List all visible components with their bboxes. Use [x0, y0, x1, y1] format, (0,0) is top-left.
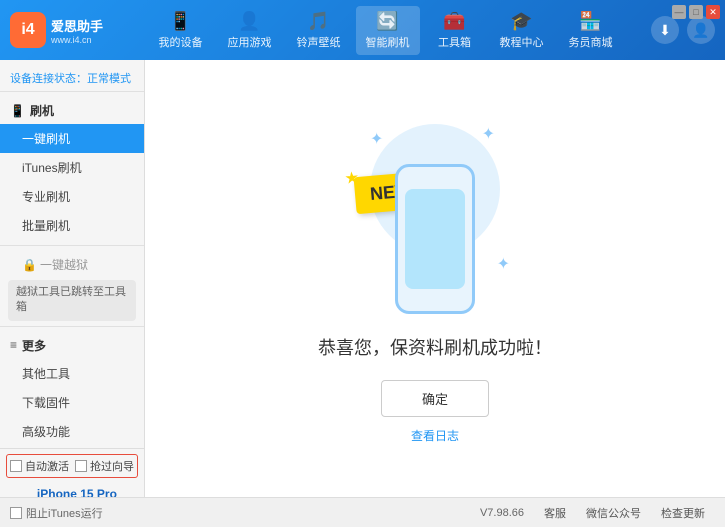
nav-bar: 📱 我的设备 👤 应用游戏 🎵 铃声壁纸 🔄 智能刷机 🧰 工具箱 🎓	[120, 6, 651, 55]
more-section-icon: ≡	[10, 338, 17, 352]
auto-activate-cb-box[interactable]	[10, 460, 22, 472]
my-device-label: 我的设备	[159, 34, 203, 50]
status-value: 正常模式	[87, 73, 131, 85]
toolbox-icon: 🧰	[443, 11, 465, 32]
nav-ringtones[interactable]: 🎵 铃声壁纸	[287, 6, 351, 55]
ringtones-icon: 🎵	[307, 11, 329, 32]
more-section-label: 更多	[22, 337, 46, 354]
my-device-icon: 📱	[169, 11, 191, 32]
sidebar-item-download-firmware[interactable]: 下载固件	[0, 388, 144, 417]
brand-name: 爱思助手	[51, 16, 103, 35]
nav-smart-flash[interactable]: 🔄 智能刷机	[356, 6, 420, 55]
flash-section-label: 刷机	[30, 102, 54, 119]
sidebar-device-section: 自动激活 抢过向导 📱 iPhone 15 Pro Max 512GB iPho…	[0, 448, 144, 497]
view-log-link[interactable]: 查看日志	[411, 427, 459, 444]
quick-guide-cb-box[interactable]	[75, 460, 87, 472]
nav-my-device[interactable]: 📱 我的设备	[149, 6, 213, 55]
status-label: 设备连接状态：	[10, 73, 87, 85]
nav-tutorials[interactable]: 🎓 教程中心	[490, 6, 554, 55]
sidebar-item-other-tools[interactable]: 其他工具	[0, 359, 144, 388]
divider-2	[0, 326, 144, 327]
phone-body	[395, 164, 475, 314]
stop-itunes-label: 阻止iTunes运行	[26, 505, 103, 521]
content-area: ✦ ✦ ✦ NEW. 恭喜您，保资料刷机成功啦！ 确定 查看日志	[145, 60, 725, 497]
auto-activate-label: 自动激活	[25, 458, 69, 474]
footer-mid: V7.98.66 客服 微信公众号 检查更新	[108, 505, 715, 521]
close-button[interactable]: ✕	[706, 5, 720, 19]
window-controls: — □ ✕	[672, 5, 720, 19]
jailbreak-label: 一键越狱	[40, 256, 88, 273]
device-details: iPhone 15 Pro Max 512GB iPhone	[37, 487, 138, 497]
tutorials-label: 教程中心	[500, 34, 544, 50]
main-layout: 设备连接状态：正常模式 📱 刷机 一键刷机 iTunes刷机 专业刷机 批量刷机…	[0, 60, 725, 497]
flash-section: 📱 刷机 一键刷机 iTunes刷机 专业刷机 批量刷机	[0, 97, 144, 240]
more-section-header: ≡ 更多	[0, 332, 144, 359]
apps-games-label: 应用游戏	[228, 34, 272, 50]
quick-guide-label: 抢过向导	[90, 458, 134, 474]
smart-flash-label: 智能刷机	[366, 34, 410, 50]
apps-games-icon: 👤	[238, 11, 260, 32]
brand-url: www.i4.cn	[51, 35, 103, 45]
connection-status: 设备连接状态：正常模式	[0, 65, 144, 92]
sidebar-item-advanced[interactable]: 高级功能	[0, 417, 144, 446]
sidebar-item-batch-flash[interactable]: 批量刷机	[0, 211, 144, 240]
flash-section-icon: 📱	[10, 104, 25, 118]
sparkle-icon-2: ✦	[482, 124, 495, 144]
version-text: V7.98.66	[480, 507, 524, 519]
logo-text: 爱思助手 www.i4.cn	[51, 16, 103, 45]
minimize-button[interactable]: —	[672, 5, 686, 19]
auto-activate-checkbox[interactable]: 自动激活	[10, 458, 69, 474]
success-message: 恭喜您，保资料刷机成功啦！	[318, 334, 552, 360]
account-button[interactable]: 👤	[687, 16, 715, 44]
quick-guide-checkbox[interactable]: 抢过向导	[75, 458, 134, 474]
footer-update-link[interactable]: 检查更新	[661, 505, 705, 521]
stop-itunes-checkbox[interactable]	[10, 507, 22, 519]
device-info: 📱 iPhone 15 Pro Max 512GB iPhone	[6, 483, 138, 497]
sidebar-jailbreak-disabled: 🔒 一键越狱	[0, 251, 144, 278]
footer: 阻止iTunes运行 V7.98.66 客服 微信公众号 检查更新	[0, 497, 725, 527]
sidebar: 设备连接状态：正常模式 📱 刷机 一键刷机 iTunes刷机 专业刷机 批量刷机…	[0, 60, 145, 497]
divider-1	[0, 245, 144, 246]
restore-button[interactable]: □	[689, 5, 703, 19]
download-button[interactable]: ⬇	[651, 16, 679, 44]
sidebar-item-itunes-flash[interactable]: iTunes刷机	[0, 153, 144, 182]
nav-business[interactable]: 🏪 务员商城	[559, 6, 623, 55]
confirm-button[interactable]: 确定	[381, 380, 489, 417]
flash-section-header: 📱 刷机	[0, 97, 144, 124]
sparkle-icon-1: ✦	[370, 129, 383, 149]
nav-toolbox[interactable]: 🧰 工具箱	[425, 6, 485, 55]
sidebar-item-one-key-flash[interactable]: 一键刷机	[0, 124, 144, 153]
footer-support-link[interactable]: 客服	[544, 505, 566, 521]
more-section: ≡ 更多 其他工具 下载固件 高级功能	[0, 332, 144, 446]
phone-illustration: ✦ ✦ ✦ NEW.	[355, 114, 515, 314]
sidebar-item-pro-flash[interactable]: 专业刷机	[0, 182, 144, 211]
device-name: iPhone 15 Pro Max	[37, 487, 138, 497]
ringtones-label: 铃声壁纸	[297, 34, 341, 50]
header-right: ⬇ 👤	[651, 16, 715, 44]
tutorials-icon: 🎓	[510, 11, 532, 32]
jailbreak-notice: 越狱工具已跳转至工具箱	[8, 280, 136, 321]
lock-icon: 🔒	[22, 258, 37, 272]
business-icon: 🏪	[579, 11, 601, 32]
sparkle-icon-3: ✦	[497, 254, 510, 274]
nav-apps-games[interactable]: 👤 应用游戏	[218, 6, 282, 55]
footer-wechat-link[interactable]: 微信公众号	[586, 505, 641, 521]
header: i4 爱思助手 www.i4.cn 📱 我的设备 👤 应用游戏 🎵 铃声壁纸 🔄…	[0, 0, 725, 60]
logo-icon: i4	[10, 12, 46, 48]
business-label: 务员商城	[569, 34, 613, 50]
logo-area: i4 爱思助手 www.i4.cn	[10, 12, 120, 48]
auto-activate-row: 自动激活 抢过向导	[6, 454, 138, 478]
toolbox-label: 工具箱	[438, 34, 471, 50]
smart-flash-icon: 🔄	[376, 11, 398, 32]
footer-left: 阻止iTunes运行	[10, 505, 103, 521]
phone-screen	[405, 189, 465, 289]
